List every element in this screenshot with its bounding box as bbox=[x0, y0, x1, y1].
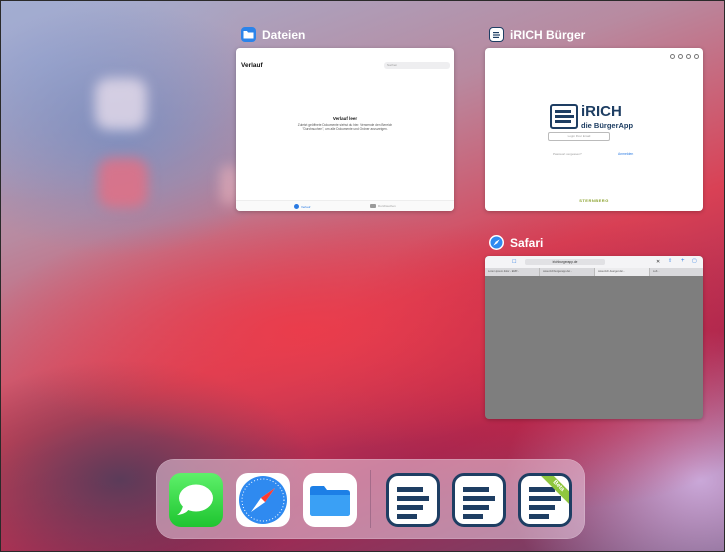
share-icon[interactable] bbox=[670, 54, 675, 59]
address-bar[interactable]: irichburgerapp.de bbox=[525, 259, 605, 265]
dock-app-irich[interactable] bbox=[452, 473, 506, 527]
share-icon[interactable]: ⇧ bbox=[668, 258, 672, 264]
dock-divider bbox=[370, 470, 371, 528]
app-label-safari[interactable]: Safari bbox=[489, 235, 543, 250]
bookmarks-icon[interactable]: ☐ bbox=[512, 259, 516, 265]
tab-recent[interactable]: Verlauf bbox=[294, 204, 310, 209]
app-label-text: iRICH Bürger bbox=[510, 27, 586, 42]
browser-tab-strip: Lorem ipsum dolor - EMP... www.irichburg… bbox=[485, 268, 703, 276]
print-icon[interactable] bbox=[678, 54, 683, 59]
tab-label: Verlauf bbox=[301, 204, 311, 209]
browser-tab[interactable]: www.irich-buerger.de/... bbox=[595, 268, 650, 276]
login-button[interactable]: Anmelden bbox=[618, 152, 633, 156]
dock-app-messages[interactable] bbox=[169, 473, 223, 527]
help-icon[interactable] bbox=[694, 54, 699, 59]
dock-app-irich-beta[interactable]: Beta bbox=[518, 473, 572, 527]
message-bubble-icon bbox=[177, 484, 213, 515]
add-tab-icon[interactable]: + bbox=[681, 258, 685, 264]
close-icon[interactable]: ✕ bbox=[656, 259, 660, 265]
empty-state-title: Verlauf leer bbox=[332, 116, 358, 121]
irich-logo-icon bbox=[550, 104, 578, 129]
compass-icon bbox=[239, 476, 287, 524]
toolbar-icons bbox=[670, 54, 699, 59]
footer-logo: STERNBERG bbox=[579, 198, 609, 203]
blurred-home-icon bbox=[98, 158, 148, 208]
tabs-icon[interactable]: ▢ bbox=[692, 258, 697, 264]
brand-subtitle: die BürgerApp bbox=[581, 121, 634, 130]
app-card-dateien[interactable]: Verlauf Suchen Verlauf leer Zuletzt geöf… bbox=[236, 48, 454, 211]
app-card-irich[interactable]: iRICH die BürgerApp Login Ihrer Email Pa… bbox=[485, 48, 703, 211]
browser-toolbar: ☐ irichburgerapp.de ✕ ⇧ + ▢ bbox=[485, 256, 703, 268]
empty-state-text: Zuletzt geöffnete Dokumente siehst du hi… bbox=[297, 123, 393, 132]
dock-app-safari[interactable] bbox=[236, 473, 290, 527]
page-title: Verlauf bbox=[241, 62, 263, 69]
dock-app-irich[interactable] bbox=[386, 473, 440, 527]
email-field[interactable]: Login Ihrer Email bbox=[548, 132, 610, 141]
brand-name: iRICH bbox=[581, 103, 622, 120]
files-app-icon bbox=[241, 27, 256, 42]
irich-app-icon bbox=[489, 27, 504, 42]
tab-browse[interactable]: Durchsuchen bbox=[370, 204, 396, 208]
folder-icon bbox=[370, 204, 376, 208]
search-input[interactable]: Suchen bbox=[384, 62, 450, 69]
tab-label: Durchsuchen bbox=[378, 204, 396, 208]
app-label-dateien[interactable]: Dateien bbox=[241, 27, 305, 42]
settings-icon[interactable] bbox=[686, 54, 691, 59]
forgot-password-link[interactable]: Passwort vergessen? bbox=[553, 152, 582, 156]
browser-tab[interactable]: Lorem ipsum dolor - EMP... bbox=[485, 268, 540, 276]
blurred-home-icon bbox=[95, 78, 147, 130]
browser-tab[interactable]: Luft... bbox=[650, 268, 703, 276]
app-label-irich[interactable]: iRICH Bürger bbox=[489, 27, 585, 42]
app-label-text: Safari bbox=[510, 235, 544, 250]
dock-app-files[interactable] bbox=[303, 473, 357, 527]
tab-bar: Verlauf Durchsuchen bbox=[236, 200, 454, 211]
folder-icon bbox=[310, 486, 350, 516]
app-card-safari[interactable]: ☐ irichburgerapp.de ✕ ⇧ + ▢ Lorem ipsum … bbox=[485, 256, 703, 419]
clock-icon bbox=[294, 204, 299, 209]
app-label-text: Dateien bbox=[262, 27, 306, 42]
safari-app-icon bbox=[489, 235, 504, 250]
browser-tab[interactable]: www.irichburgerapp.de/... bbox=[540, 268, 595, 276]
